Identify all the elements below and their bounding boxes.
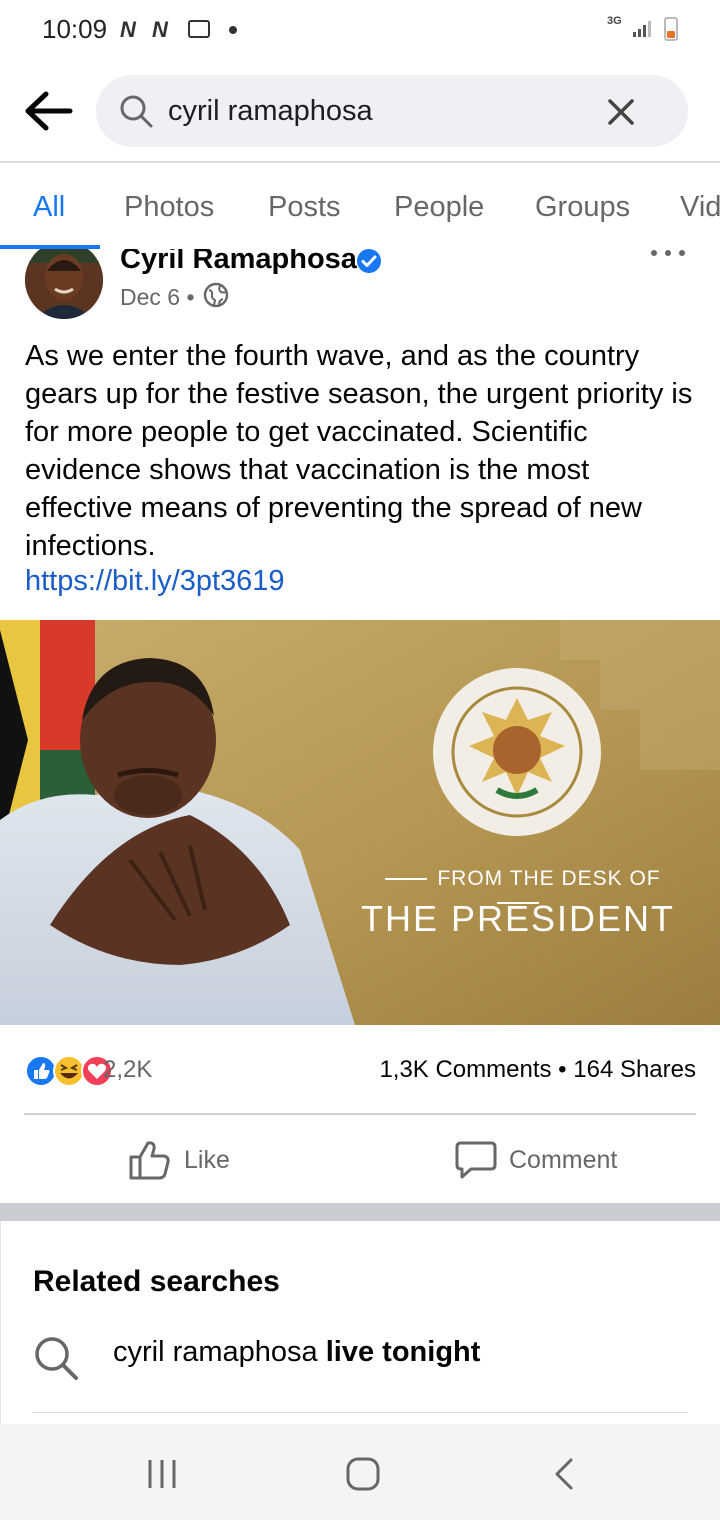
clear-search-button[interactable] <box>606 97 636 127</box>
globe-icon <box>203 282 229 308</box>
signal-icon <box>633 21 651 37</box>
related-divider <box>32 1412 688 1413</box>
recent-apps-icon[interactable] <box>142 1454 182 1494</box>
search-icon <box>118 93 154 129</box>
system-nav-bar <box>0 1424 720 1520</box>
post-text: As we enter the fourth wave, and as the … <box>25 340 693 562</box>
back-button[interactable] <box>22 88 74 134</box>
tab-all[interactable]: All <box>33 191 65 224</box>
gallery-icon <box>188 20 210 38</box>
comment-icon <box>455 1141 497 1179</box>
comments-shares-stats[interactable]: 1,3K Comments • 164 Shares <box>379 1056 696 1084</box>
verified-badge-icon <box>357 249 381 273</box>
like-button[interactable]: Like <box>128 1135 248 1185</box>
search-bar[interactable] <box>96 75 688 147</box>
like-icon <box>25 1055 57 1087</box>
tab-groups[interactable]: Groups <box>535 191 630 224</box>
like-label: Like <box>184 1146 230 1174</box>
post-author-name[interactable]: Cyril Ramaphosa <box>120 249 357 276</box>
more-options-icon[interactable] <box>650 249 686 261</box>
related-searches-heading: Related searches <box>33 1265 280 1298</box>
arrow-left-icon <box>25 91 73 131</box>
close-icon <box>608 99 634 125</box>
president-photo <box>0 620 720 1025</box>
tab-photos[interactable]: Photos <box>124 191 214 224</box>
thumbs-up-icon <box>129 1141 170 1180</box>
battery-icon <box>664 17 678 41</box>
status-bar: 10:09 N N 3G <box>0 0 720 60</box>
tab-videos[interactable]: Vid <box>680 191 720 224</box>
search-input[interactable] <box>168 89 588 133</box>
image-title: THE PRESIDENT <box>360 898 676 939</box>
notification-icon: N <box>152 17 168 42</box>
avatar[interactable] <box>25 249 103 319</box>
post-date[interactable]: Dec 6 • <box>120 284 195 311</box>
post-image[interactable]: FROM THE DESK OF THE PRESIDENT <box>0 620 720 1025</box>
back-nav-icon[interactable] <box>545 1454 585 1494</box>
home-icon[interactable] <box>343 1454 383 1494</box>
stats-divider <box>24 1113 696 1115</box>
notification-icon: N <box>120 17 136 42</box>
more-notifications-dot <box>229 26 237 34</box>
network-type: 3G <box>607 15 622 27</box>
post-header: Cyril Ramaphosa Dec 6 • <box>0 249 720 319</box>
reaction-count[interactable]: 2,2K <box>103 1056 152 1084</box>
section-separator <box>0 1203 720 1221</box>
comment-button[interactable]: Comment <box>455 1135 635 1185</box>
post-link[interactable]: https://bit.ly/3pt3619 <box>25 565 285 598</box>
tab-people[interactable]: People <box>394 191 484 224</box>
tab-posts[interactable]: Posts <box>268 191 341 224</box>
search-icon <box>35 1337 78 1380</box>
comment-label: Comment <box>509 1146 618 1174</box>
status-time: 10:09 <box>42 14 108 44</box>
related-search-text: cyril ramaphosa live tonight <box>113 1336 481 1368</box>
related-search-item[interactable]: cyril ramaphosa live tonight <box>0 1322 720 1382</box>
haha-icon <box>53 1055 85 1087</box>
search-filter-tabs: All Photos Posts People Groups Vid <box>0 163 720 249</box>
